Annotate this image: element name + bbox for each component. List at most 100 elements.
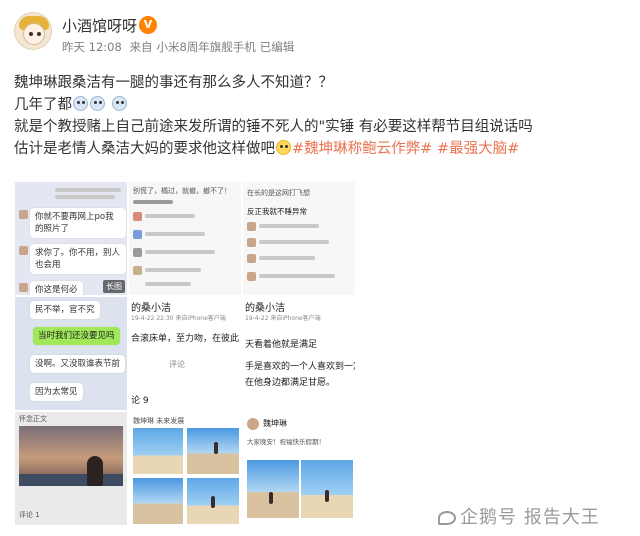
post-line: 估计是老情人桑洁大妈的要求他这样做吧 #魏坤琳称鲍云作弊# #最强大脑#	[14, 138, 634, 160]
thumb-line	[145, 232, 205, 236]
thumb-avatar	[133, 266, 142, 275]
thumb-comment: 评论	[169, 360, 185, 369]
thumb-line	[259, 224, 319, 228]
sweat-emoji-icon	[276, 140, 291, 155]
beach-photo	[133, 478, 183, 524]
chat-bubble: 你这是何必	[30, 281, 83, 295]
thumb-meta: 19-4-22 22:30 来自iPhone客户端	[131, 315, 226, 322]
post-time[interactable]: 昨天 12:08	[62, 40, 122, 54]
person-figure	[214, 442, 218, 454]
post-line-text: 魏坤琳跟桑洁有一腿的事还有那么多人不知道？？	[14, 75, 333, 91]
hashtag-link[interactable]: #最强大脑#	[437, 141, 519, 157]
thumb-line	[145, 250, 215, 254]
thumb-body: 天看着他就是满足	[245, 340, 318, 350]
beach-photo	[247, 460, 299, 518]
thumb-line	[145, 268, 201, 272]
thumb-title: 怀念正文	[19, 415, 47, 423]
post-header: 小酒馆呀呀 V 昨天 12:08 来自 小米8周年旗舰手机 已编辑	[14, 12, 614, 58]
thumb-avatar	[133, 212, 142, 221]
chat-bubble: 因为太常见	[30, 383, 83, 401]
chat-line	[55, 188, 121, 192]
watermark: 企鹅号 报告大王	[438, 503, 600, 529]
chat-bubble: 你就不要再网上po我的照片了	[30, 208, 126, 238]
sea-photo	[19, 474, 123, 486]
thumb-avatar	[247, 222, 256, 231]
thumb-meta: 大家晚安！祝福快乐假期！	[247, 438, 325, 446]
thumb-avatar	[247, 238, 256, 247]
thumb-name: 的桑小洁	[131, 303, 171, 314]
chat-line	[55, 195, 115, 199]
post-source[interactable]: 小米8周年旗舰手机	[156, 40, 255, 54]
thumb-header: 别慌了，橘过，就撤，撤不了！	[133, 187, 231, 195]
chat-bubble-green: 当时我们还没要见吗	[33, 327, 120, 345]
thumb-avatar	[247, 272, 256, 281]
thumb-line	[259, 274, 335, 278]
watermark-text: 企鹅号 报告大王	[460, 507, 600, 528]
chat-bubble: 民不举，官不究	[30, 301, 100, 319]
person-figure	[269, 492, 273, 504]
thumb-body: 手是喜欢的一个人喜欢到一定	[245, 362, 356, 372]
thumb-line	[259, 256, 315, 260]
thumb-name: 魏坤琳	[263, 419, 287, 428]
thumb-footer: 论 9	[131, 396, 149, 406]
avatar-face	[23, 23, 45, 45]
thumb-text: 在长的是这网打飞想	[247, 189, 310, 197]
post-line: 几年了都	[14, 94, 634, 116]
thumb-text: 反正我就不睡异常	[247, 207, 307, 216]
image-thumbnail-1[interactable]: 你就不要再网上po我的照片了 求你了。你不用，别人也会用 你这是何必 长图	[14, 181, 128, 296]
thumb-avatar	[133, 248, 142, 257]
chat-avatar	[19, 210, 28, 219]
thumb-body: 在他身边都满足甘愿。	[245, 378, 336, 388]
person-silhouette	[87, 456, 103, 486]
chat-bubble: 没啊。又没取谁表节前	[30, 355, 126, 373]
avatar-eye	[37, 32, 41, 36]
image-thumbnail-7[interactable]: 怀念正文 评论 1	[14, 411, 128, 526]
post-text: 魏坤琳跟桑洁有一腿的事还有那么多人不知道？？ 几年了都 就是个教授赌上自己前途来…	[14, 72, 634, 160]
chat-avatar	[19, 246, 28, 255]
image-thumbnail-4[interactable]: 民不举，官不究 当时我们还没要见吗 没啊。又没取谁表节前 因为太常见	[14, 296, 128, 411]
person-figure	[325, 490, 329, 502]
thumb-avatar	[133, 230, 142, 239]
thumb-line	[133, 200, 173, 204]
thumb-line	[259, 240, 329, 244]
post-line-text: 几年了都	[14, 97, 72, 113]
thumb-meta: 19-4-22 来自iPhone客户端	[245, 315, 321, 322]
image-thumbnail-5[interactable]: 的桑小洁 19-4-22 22:30 来自iPhone客户端 合滚床单，至力吻，…	[128, 296, 242, 411]
thumb-body: 合滚床单，至力吻，在彼此	[131, 334, 240, 344]
avatar-eye	[29, 32, 33, 36]
image-grid: 你就不要再网上po我的照片了 求你了。你不用，别人也会用 你这是何必 长图 别慌…	[14, 181, 356, 526]
beach-photo	[133, 428, 183, 474]
image-thumbnail-2[interactable]: 别慌了，橘过，就撤，撤不了！	[128, 181, 242, 296]
image-thumbnail-6[interactable]: 的桑小洁 19-4-22 来自iPhone客户端 天看着他就是满足 手是喜欢的一…	[242, 296, 356, 411]
user-avatar[interactable]	[14, 12, 52, 50]
vip-badge-icon: V	[139, 16, 157, 34]
post-line: 魏坤琳跟桑洁有一腿的事还有那么多人不知道？？	[14, 72, 634, 94]
emoji-icon	[90, 96, 105, 111]
post-line: 就是个教授赌上自己前途来发所谓的锤不死人的"实锤 有必要这样帮节目组说话吗	[14, 116, 634, 138]
thumb-avatar	[247, 418, 259, 430]
post-line-text: 估计是老情人桑洁大妈的要求他这样做吧	[14, 141, 275, 157]
chat-avatar	[19, 283, 28, 292]
hashtag-link[interactable]: #魏坤琳称鲍云作弊#	[292, 141, 432, 157]
image-thumbnail-8[interactable]: 魏坤琳 未来发展	[128, 411, 242, 526]
username-link[interactable]: 小酒馆呀呀	[62, 15, 137, 36]
thumb-line	[145, 282, 191, 286]
edited-label: 已编辑	[259, 40, 295, 54]
thumb-name: 的桑小洁	[245, 303, 285, 314]
source-prefix: 来自	[129, 40, 153, 54]
emoji-icon	[111, 96, 127, 111]
beach-photo	[301, 460, 353, 518]
thumb-avatar	[247, 254, 256, 263]
chat-bubble: 求你了。你不用，别人也会用	[30, 244, 126, 274]
long-image-tag: 长图	[103, 280, 125, 293]
penguin-logo-icon	[438, 511, 456, 525]
thumb-footer: 评论 1	[19, 511, 40, 519]
beach-photo	[187, 428, 239, 474]
thumb-line	[145, 214, 195, 218]
post-meta: 昨天 12:08 来自 小米8周年旗舰手机 已编辑	[62, 39, 298, 55]
emoji-icon	[73, 96, 88, 111]
image-thumbnail-9[interactable]: 魏坤琳 大家晚安！祝福快乐假期！	[242, 411, 356, 526]
thumb-header: 魏坤琳 未来发展	[133, 417, 185, 425]
image-thumbnail-3[interactable]: 在长的是这网打飞想 反正我就不睡异常	[242, 181, 356, 296]
post-line-text: 就是个教授赌上自己前途来发所谓的锤不死人的"实锤 有必要这样帮节目组说话吗	[14, 119, 533, 135]
